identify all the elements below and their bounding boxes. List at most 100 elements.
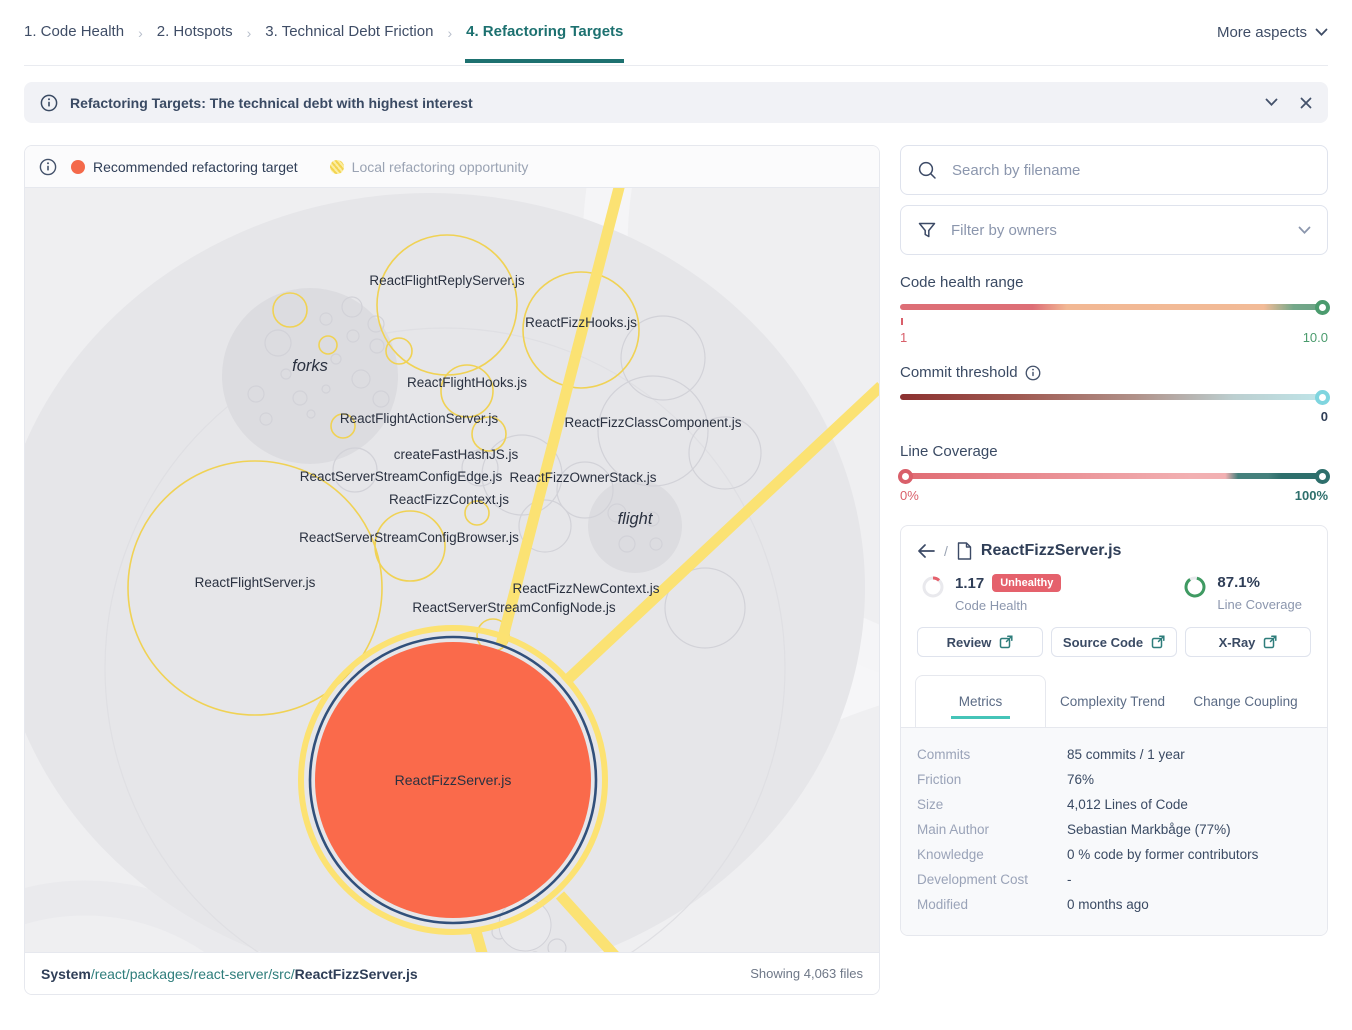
info-banner: Refactoring Targets: The technical debt … [24,82,1328,123]
bubble-label: ReactFlightServer.js [195,575,316,590]
tab-label: Complexity Trend [1060,694,1165,709]
more-aspects-dropdown[interactable]: More aspects [1217,24,1328,41]
line-coverage-stat: 87.1% Line Coverage [1183,574,1302,613]
file-count-label: Showing 4,063 files [750,966,863,981]
commit-threshold-filter: Commit threshold 0 [900,364,1328,424]
line-coverage-caption: Line Coverage [1217,597,1302,612]
bubble-label: ReactFlightHooks.js [407,375,527,390]
metric-row-size: Size4,012 Lines of Code [917,792,1311,817]
metric-label: Friction [917,767,1067,792]
side-panel: Filter by owners Code health range 1 10.… [900,145,1328,936]
code-health-min-value: 1 [900,330,907,345]
info-icon[interactable] [39,158,57,176]
chart-legend-bar: Recommended refactoring target Local ref… [25,146,879,188]
bubble-label: ReactServerStreamConfigBrowser.js [299,530,519,545]
code-health-donut-icon [921,575,945,599]
commit-threshold-slider[interactable] [900,390,1328,404]
aspect-breadcrumb: 1. Code Health › 2. Hotspots › 3. Techni… [24,23,623,42]
file-icon [957,542,972,560]
package-cluster[interactable] [222,288,398,464]
line-coverage-value: 87.1% [1217,574,1260,591]
path-root-link[interactable]: System [41,966,91,982]
nav-step-technical-debt-friction[interactable]: 3. Technical Debt Friction [265,23,433,42]
bubble-label: ReactFizzContext.js [389,492,509,507]
metric-row-commits: Commits85 commits / 1 year [917,742,1311,767]
bubble-label: flight [618,510,654,528]
metric-row-main-author: Main AuthorSebastian Markbåge (77%) [917,817,1311,842]
slider-track[interactable] [900,473,1328,479]
review-button-label: Review [947,635,992,650]
tab-complexity-trend[interactable]: Complexity Trend [1046,675,1179,727]
top-navigation: 1. Code Health › 2. Hotspots › 3. Techni… [24,0,1328,66]
search-box[interactable] [900,145,1328,195]
coverage-min-value: 0% [900,488,919,503]
external-link-icon [1263,635,1277,649]
bubble-label: ReactFizzOwnerStack.js [509,470,656,485]
bubble-label: createFastHashJS.js [394,447,519,462]
tab-change-coupling[interactable]: Change Coupling [1179,675,1312,727]
bubble-label: forks [292,357,328,375]
nav-step-refactoring-targets[interactable]: 4. Refactoring Targets [466,23,623,42]
banner-actions [1265,97,1312,109]
refactoring-map-card: Recommended refactoring target Local ref… [24,145,880,995]
info-icon[interactable] [1025,365,1041,381]
bubble-chart-area[interactable]: ReactFlightReplyServer.js ReactFizzHooks.… [25,188,879,952]
line-coverage-filter: Line Coverage 0% 100% [900,443,1328,503]
banner-collapse-button[interactable] [1265,98,1278,107]
coverage-max-handle[interactable] [1315,469,1330,484]
metric-value: 85 commits / 1 year [1067,742,1185,767]
metric-value: 4,012 Lines of Code [1067,792,1188,817]
nav-step-code-health[interactable]: 1. Code Health [24,23,124,42]
xray-button[interactable]: X-Ray [1185,627,1311,657]
search-icon [917,160,938,181]
source-code-button[interactable]: Source Code [1051,627,1177,657]
source-code-button-label: Source Code [1063,635,1143,650]
local-opportunity-dot [330,160,344,174]
metric-row-development-cost: Development Cost- [917,867,1311,892]
code-health-range-slider[interactable] [900,300,1328,314]
metric-value: 0 months ago [1067,892,1149,917]
owners-filter-select[interactable]: Filter by owners [900,205,1328,255]
chart-footer-bar: System/react/packages/react-server/src/R… [25,952,879,994]
review-button[interactable]: Review [917,627,1043,657]
bubble-label: ReactFlightReplyServer.js [369,273,525,288]
metric-value: - [1067,867,1072,892]
detail-tabs: Metrics Complexity Trend Change Coupling [901,675,1327,728]
detail-file-name: ReactFizzServer.js [981,542,1122,560]
legend-local-opportunity: Local refactoring opportunity [330,159,529,175]
coverage-min-handle[interactable] [898,469,913,484]
bubble-label: ReactFlightActionServer.js [340,411,499,426]
code-health-caption: Code Health [955,598,1061,613]
code-health-max-handle[interactable] [1315,300,1330,315]
refactoring-bubble-chart[interactable]: ReactFlightReplyServer.js ReactFizzHooks.… [25,188,879,952]
path-file-name: ReactFizzServer.js [295,966,418,982]
back-arrow-icon[interactable] [917,544,935,558]
banner-text: Refactoring Targets: The technical debt … [70,95,473,111]
external-link-icon [1151,635,1165,649]
code-health-max-value: 10.0 [1303,330,1328,345]
code-health-stat: 1.17 Unhealthy Code Health [921,574,1061,613]
bubble-label: ReactFizzHooks.js [525,315,637,330]
chevron-down-icon [1298,226,1311,235]
commit-threshold-label: Commit threshold [900,364,1018,381]
banner-close-button[interactable] [1300,97,1312,109]
metric-value: 0 % code by former contributors [1067,842,1258,867]
commit-threshold-handle[interactable] [1315,390,1330,405]
metric-label: Main Author [917,817,1067,842]
bubble-label: ReactFizzServer.js [395,772,512,788]
line-coverage-label: Line Coverage [900,443,1328,460]
legend-label: Recommended refactoring target [93,159,298,175]
metric-row-friction: Friction76% [917,767,1311,792]
slider-track[interactable] [900,304,1328,310]
metric-label: Knowledge [917,842,1067,867]
slider-track[interactable] [900,394,1328,400]
tab-metrics[interactable]: Metrics [915,675,1046,727]
path-folders-link[interactable]: /react/packages/react-server/src/ [91,966,295,982]
line-coverage-slider[interactable] [900,469,1328,483]
tab-label: Change Coupling [1193,694,1297,709]
bubble-label: ReactServerStreamConfigNode.js [412,600,616,615]
search-input[interactable] [952,162,1311,179]
chevron-right-icon: › [247,25,252,41]
metric-value: 76% [1067,767,1094,792]
nav-step-hotspots[interactable]: 2. Hotspots [157,23,233,42]
